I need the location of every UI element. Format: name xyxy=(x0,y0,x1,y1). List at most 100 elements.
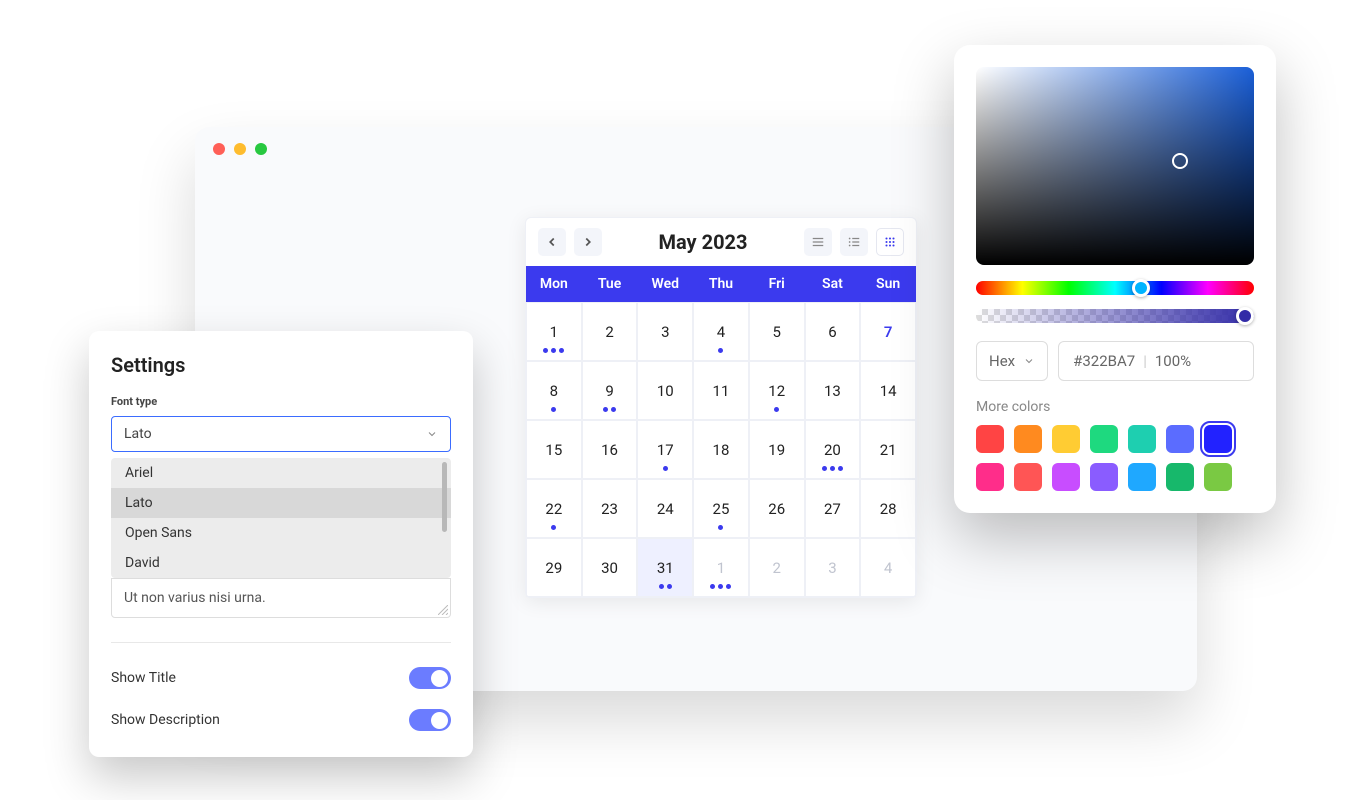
color-swatch[interactable] xyxy=(1166,425,1194,453)
calendar-day-cell[interactable]: 13 xyxy=(805,361,861,420)
show-title-toggle[interactable] xyxy=(409,667,451,689)
day-number: 3 xyxy=(661,323,669,341)
color-format-value: Hex xyxy=(989,352,1015,370)
color-swatch[interactable] xyxy=(1204,425,1232,453)
window-close-button[interactable] xyxy=(213,143,225,155)
color-swatch[interactable] xyxy=(1052,425,1080,453)
color-hex-input[interactable]: #322BA7 | 100% xyxy=(1058,341,1254,381)
calendar-day-cell[interactable]: 6 xyxy=(805,302,861,361)
chevron-left-icon xyxy=(545,235,559,249)
dropdown-scrollbar[interactable] xyxy=(442,462,447,532)
calendar-day-cell[interactable]: 2 xyxy=(749,538,805,597)
day-number: 27 xyxy=(824,500,841,518)
calendar-day-cell[interactable]: 17 xyxy=(637,420,693,479)
calendar-day-cell[interactable]: 16 xyxy=(582,420,638,479)
calendar-day-cell[interactable]: 20 xyxy=(805,420,861,479)
show-title-label: Show Title xyxy=(111,670,176,686)
calendar-grid: 1234567891011121314151617181920212223242… xyxy=(526,302,916,597)
weekday-label: Tue xyxy=(582,266,638,302)
calendar-day-cell[interactable]: 24 xyxy=(637,479,693,538)
calendar-view-agenda-button[interactable] xyxy=(840,228,868,256)
calendar-day-cell[interactable]: 11 xyxy=(693,361,749,420)
calendar-day-cell[interactable]: 1 xyxy=(693,538,749,597)
color-gradient-area[interactable] xyxy=(976,67,1254,265)
color-swatch[interactable] xyxy=(1128,463,1156,491)
gradient-cursor[interactable] xyxy=(1172,153,1188,169)
bullet-list-icon xyxy=(847,235,861,249)
color-swatch[interactable] xyxy=(1090,425,1118,453)
grid-icon xyxy=(883,235,897,249)
event-dots xyxy=(551,525,556,530)
calendar-day-cell[interactable]: 28 xyxy=(860,479,916,538)
color-swatch[interactable] xyxy=(1166,463,1194,491)
textarea-content: Ut non varius nisi urna. xyxy=(124,590,266,606)
calendar-day-cell[interactable]: 27 xyxy=(805,479,861,538)
description-textarea[interactable]: Ut non varius nisi urna. xyxy=(111,578,451,618)
calendar-day-cell[interactable]: 14 xyxy=(860,361,916,420)
calendar-day-cell[interactable]: 15 xyxy=(526,420,582,479)
calendar-day-cell[interactable]: 1 xyxy=(526,302,582,361)
color-swatch[interactable] xyxy=(1014,463,1042,491)
show-description-toggle[interactable] xyxy=(409,709,451,731)
color-swatch[interactable] xyxy=(1090,463,1118,491)
calendar-day-cell[interactable]: 9 xyxy=(582,361,638,420)
calendar-title: May 2023 xyxy=(610,230,796,254)
calendar-day-cell[interactable]: 29 xyxy=(526,538,582,597)
calendar-day-cell[interactable]: 3 xyxy=(637,302,693,361)
color-inputs: Hex #322BA7 | 100% xyxy=(976,341,1254,381)
chevron-right-icon xyxy=(581,235,595,249)
alpha-thumb[interactable] xyxy=(1236,307,1254,325)
calendar-day-cell[interactable]: 22 xyxy=(526,479,582,538)
day-number: 28 xyxy=(880,500,897,518)
calendar-day-cell[interactable]: 8 xyxy=(526,361,582,420)
font-option[interactable]: Open Sans xyxy=(111,518,451,548)
calendar-view-grid-button[interactable] xyxy=(876,228,904,256)
hue-thumb[interactable] xyxy=(1132,279,1150,297)
calendar-day-cell[interactable]: 5 xyxy=(749,302,805,361)
calendar-day-cell[interactable]: 19 xyxy=(749,420,805,479)
font-option[interactable]: Ariel xyxy=(111,458,451,488)
window-maximize-button[interactable] xyxy=(255,143,267,155)
calendar-day-cell[interactable]: 21 xyxy=(860,420,916,479)
font-option[interactable]: David xyxy=(111,548,451,578)
calendar-day-cell[interactable]: 30 xyxy=(582,538,638,597)
calendar-day-cell[interactable]: 12 xyxy=(749,361,805,420)
color-format-select[interactable]: Hex xyxy=(976,341,1048,381)
color-swatch[interactable] xyxy=(1052,463,1080,491)
calendar-day-cell[interactable]: 3 xyxy=(805,538,861,597)
color-swatch[interactable] xyxy=(1014,425,1042,453)
window-minimize-button[interactable] xyxy=(234,143,246,155)
color-swatch[interactable] xyxy=(976,425,1004,453)
calendar-day-cell[interactable]: 2 xyxy=(582,302,638,361)
day-number: 26 xyxy=(768,500,785,518)
resize-handle-icon[interactable] xyxy=(438,605,448,615)
event-dots xyxy=(822,466,843,471)
calendar-day-cell[interactable]: 25 xyxy=(693,479,749,538)
calendar-prev-button[interactable] xyxy=(538,228,566,256)
calendar-day-cell[interactable]: 7 xyxy=(860,302,916,361)
calendar-day-cell[interactable]: 4 xyxy=(693,302,749,361)
show-title-row: Show Title xyxy=(111,667,451,689)
font-type-select[interactable]: Lato xyxy=(111,416,451,452)
calendar-day-cell[interactable]: 31 xyxy=(637,538,693,597)
hue-slider[interactable] xyxy=(976,281,1254,295)
color-swatch[interactable] xyxy=(1128,425,1156,453)
color-swatch[interactable] xyxy=(976,463,1004,491)
event-dots xyxy=(718,525,723,530)
font-option[interactable]: Lato xyxy=(111,488,451,518)
color-swatch[interactable] xyxy=(1204,463,1232,491)
weekday-label: Mon xyxy=(526,266,582,302)
day-number: 6 xyxy=(828,323,836,341)
day-number: 4 xyxy=(884,559,892,577)
alpha-slider[interactable] xyxy=(976,309,1254,323)
calendar-day-cell[interactable]: 18 xyxy=(693,420,749,479)
day-number: 1 xyxy=(550,323,558,341)
calendar-day-cell[interactable]: 10 xyxy=(637,361,693,420)
calendar-day-cell[interactable]: 4 xyxy=(860,538,916,597)
day-number: 1 xyxy=(717,559,725,577)
calendar-next-button[interactable] xyxy=(574,228,602,256)
event-dots xyxy=(551,407,556,412)
calendar-day-cell[interactable]: 26 xyxy=(749,479,805,538)
calendar-day-cell[interactable]: 23 xyxy=(582,479,638,538)
calendar-view-list-button[interactable] xyxy=(804,228,832,256)
